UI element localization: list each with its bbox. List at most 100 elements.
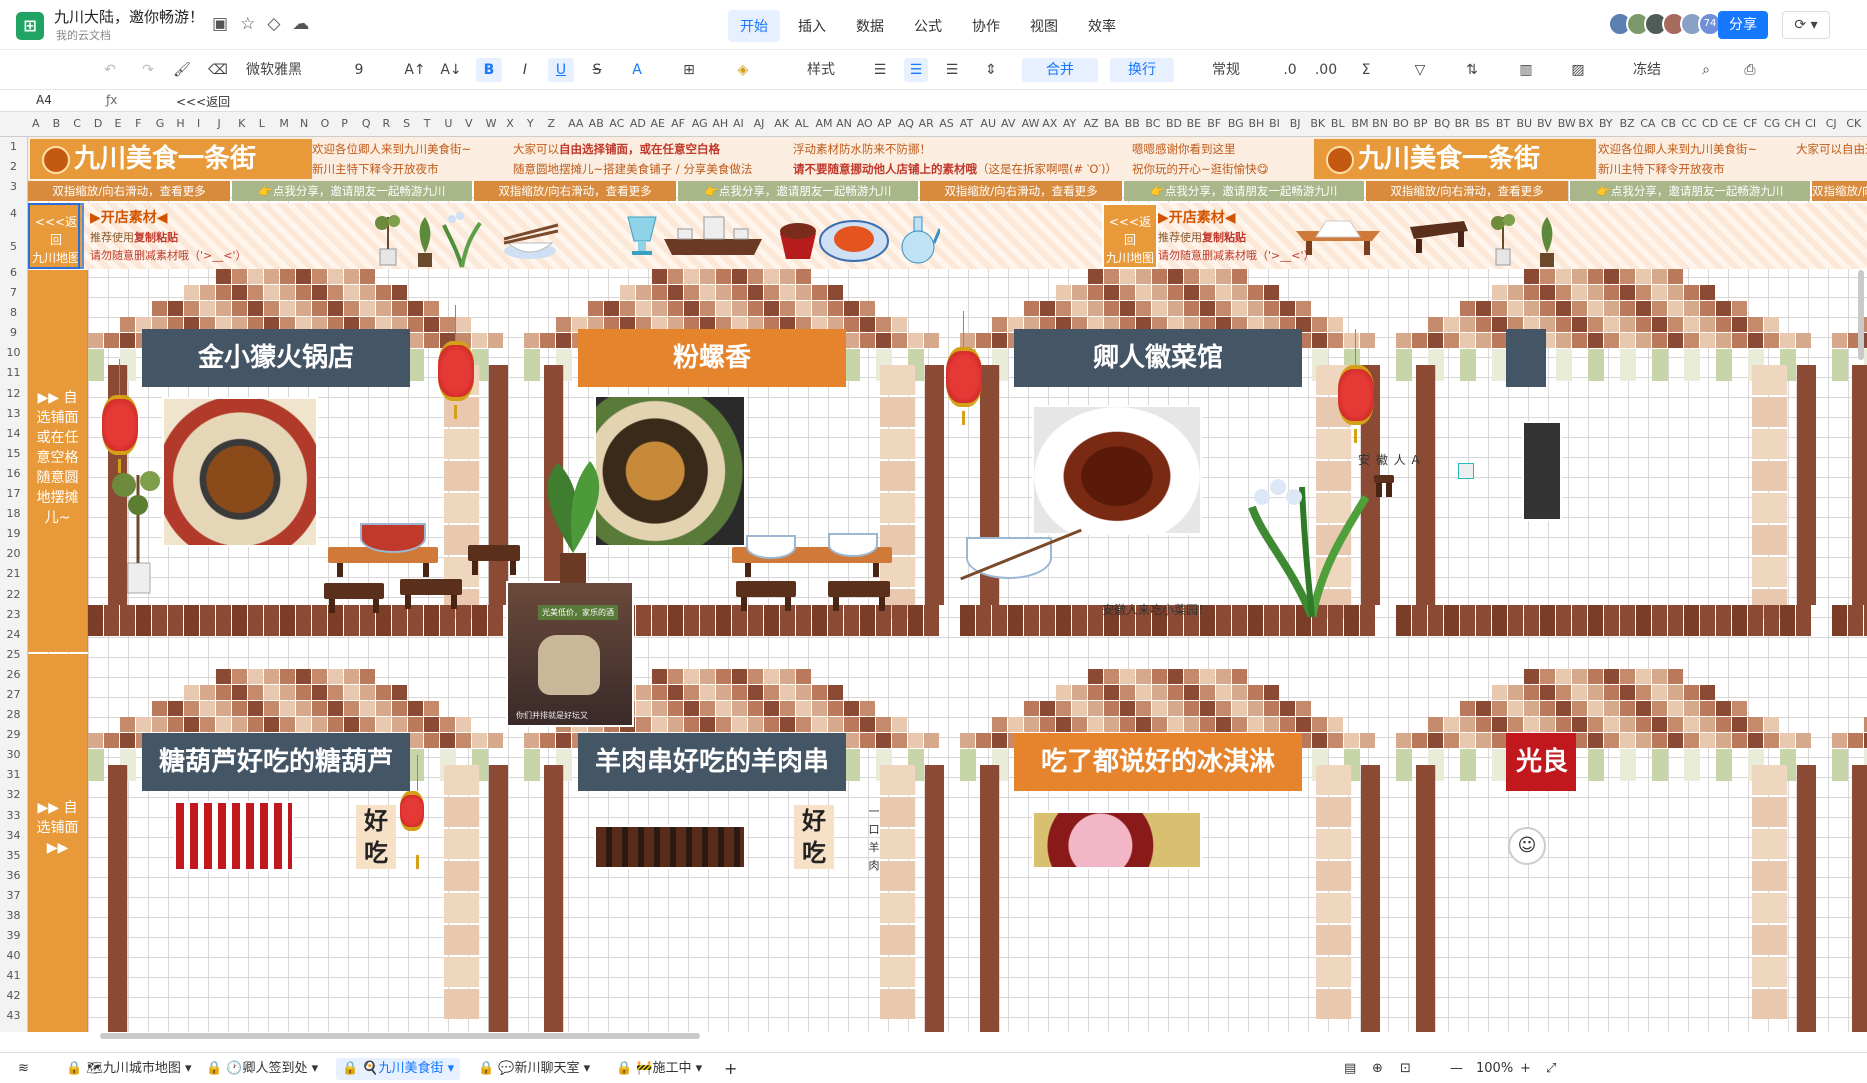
row-label[interactable]: 16	[0, 464, 27, 484]
column-label[interactable]: S	[403, 117, 410, 130]
column-label[interactable]: AT	[960, 117, 973, 130]
search-icon[interactable]: ⌕	[1694, 58, 1718, 82]
strikethrough-button[interactable]: S	[584, 58, 610, 82]
row-label[interactable]: 30	[0, 745, 27, 765]
column-label[interactable]: AC	[609, 117, 624, 130]
zoom-level[interactable]: 100%	[1470, 1058, 1519, 1080]
align-center-icon[interactable]: ☰	[904, 58, 928, 82]
column-label[interactable]: AG	[692, 117, 708, 130]
row-label[interactable]: 3	[0, 177, 27, 197]
column-label[interactable]: CD	[1702, 117, 1718, 130]
column-label[interactable]: K	[238, 117, 245, 130]
stool[interactable]	[400, 579, 462, 609]
row-label[interactable]: 31	[0, 765, 27, 785]
zoom-in-button[interactable]: +	[1514, 1058, 1537, 1080]
column-label[interactable]: R	[383, 117, 391, 130]
row-label[interactable]: 40	[0, 946, 27, 966]
back-to-map-button[interactable]: <<<返回 九川地图	[1102, 203, 1158, 269]
column-label[interactable]: BX	[1578, 117, 1593, 130]
column-label[interactable]: BC	[1145, 117, 1160, 130]
vertical-scrollbar[interactable]	[1858, 270, 1864, 360]
decimal-decrease-icon[interactable]: .00	[1314, 58, 1338, 82]
column-label[interactable]: BZ	[1620, 117, 1635, 130]
column-label[interactable]: BF	[1207, 117, 1221, 130]
column-label[interactable]: AA	[568, 117, 583, 130]
align-left-icon[interactable]: ☰	[868, 58, 892, 82]
wooden-table-icon[interactable]	[1402, 213, 1472, 257]
row-label[interactable]: 34	[0, 826, 27, 846]
document-title[interactable]: 九川大陆，邀你畅游！	[54, 6, 204, 27]
row-label[interactable]: 11	[0, 363, 27, 383]
row-label[interactable]: 41	[0, 966, 27, 986]
column-label[interactable]: CJ	[1826, 117, 1837, 130]
document-location[interactable]: 我的云文档	[56, 27, 111, 43]
row-label[interactable]: 21	[0, 564, 27, 584]
tanghulu-photo[interactable]	[174, 801, 294, 871]
row-label[interactable]: 24	[0, 625, 27, 645]
row-label[interactable]: 15	[0, 444, 27, 464]
column-label[interactable]: A	[32, 117, 40, 130]
column-label[interactable]: H	[176, 117, 184, 130]
column-label[interactable]: BI	[1269, 117, 1280, 130]
column-label[interactable]: G	[156, 117, 165, 130]
lantern-icon[interactable]	[1338, 329, 1374, 443]
column-label[interactable]: BS	[1475, 117, 1489, 130]
row-label[interactable]: 37	[0, 886, 27, 906]
column-label[interactable]: AQ	[898, 117, 914, 130]
store-sign-anhui[interactable]: 卿人徽菜馆	[1014, 329, 1302, 387]
column-label[interactable]: CI	[1805, 117, 1816, 130]
format-painter-icon[interactable]: 🖌	[170, 58, 194, 82]
row-label[interactable]: 2	[0, 157, 27, 177]
tag-icon[interactable]: ◇	[267, 14, 280, 34]
image-icon[interactable]: ▨	[1562, 58, 1594, 82]
collaborator-avatars[interactable]: 74	[1608, 12, 1722, 36]
column-label[interactable]: BW	[1558, 117, 1576, 130]
add-sheet-button[interactable]: +	[718, 1058, 743, 1080]
column-label[interactable]: Y	[527, 117, 534, 130]
menu-efficiency[interactable]: 效率	[1076, 10, 1128, 42]
cup-icon[interactable]	[624, 211, 660, 261]
column-label[interactable]: Q	[362, 117, 371, 130]
redo-icon[interactable]: ↷	[136, 58, 160, 82]
column-label[interactable]: AK	[774, 117, 789, 130]
column-label[interactable]: BV	[1537, 117, 1552, 130]
row-label[interactable]: 27	[0, 685, 27, 705]
column-label[interactable]: AP	[877, 117, 891, 130]
column-header[interactable]: A B C D E F G H I J K L M N O P Q R S T U V W X Y Z AA AB AC AD AE AF AG…	[0, 112, 1867, 137]
share-link-cell[interactable]: 👉点我分享，邀请朋友一起畅游九川	[1570, 181, 1810, 201]
fx-icon[interactable]: ƒx	[106, 93, 117, 107]
lily-plant-icon[interactable]	[1242, 457, 1372, 617]
cloud-sync-icon[interactable]: ☁	[292, 14, 309, 34]
wrap-text-button[interactable]: 换行	[1110, 58, 1174, 82]
column-label[interactable]: BO	[1393, 117, 1409, 130]
store-sign-lamb-skewers[interactable]: 羊肉串好吃的羊肉串	[578, 733, 846, 791]
column-label[interactable]: BR	[1455, 117, 1470, 130]
assistant-avatar-icon[interactable]: ☺	[1508, 827, 1546, 865]
monstera-plant-icon[interactable]	[528, 443, 618, 583]
column-label[interactable]: U	[444, 117, 452, 130]
font-color-button[interactable]: A	[620, 58, 654, 82]
menu-data[interactable]: 数据	[844, 10, 896, 42]
row-label[interactable]: 7	[0, 283, 27, 303]
column-label[interactable]: L	[259, 117, 265, 130]
tea-tray-icon[interactable]	[658, 209, 768, 263]
store-sign-hotpot[interactable]: 金小獴火锅店	[142, 329, 410, 387]
column-label[interactable]: CK	[1846, 117, 1861, 130]
row-label[interactable]: 5	[0, 231, 27, 263]
column-label[interactable]: BA	[1104, 117, 1119, 130]
sheet-tab-construction[interactable]: 🔒 🚧施工中 ▾	[610, 1058, 708, 1080]
row-header[interactable]: 1 2 3 4 5 6 7 8 9 10 11 12 13 14 15 16 17 18 19 20 21 22 23 24 2…	[0, 137, 28, 1032]
column-label[interactable]: AX	[1042, 117, 1057, 130]
small-plant-icon[interactable]	[1528, 213, 1568, 269]
number-format-select[interactable]: 常规	[1196, 58, 1256, 82]
column-label[interactable]: AV	[1001, 117, 1015, 130]
row-label[interactable]: 1	[0, 137, 27, 157]
row-label[interactable]: 43	[0, 1006, 27, 1026]
row-label[interactable]: 36	[0, 866, 27, 886]
font-size-select[interactable]: 9	[344, 58, 374, 82]
column-label[interactable]: AE	[651, 117, 665, 130]
column-label[interactable]: AB	[589, 117, 604, 130]
column-label[interactable]: O	[321, 117, 330, 130]
column-label[interactable]: CB	[1661, 117, 1676, 130]
column-label[interactable]: AR	[919, 117, 934, 130]
